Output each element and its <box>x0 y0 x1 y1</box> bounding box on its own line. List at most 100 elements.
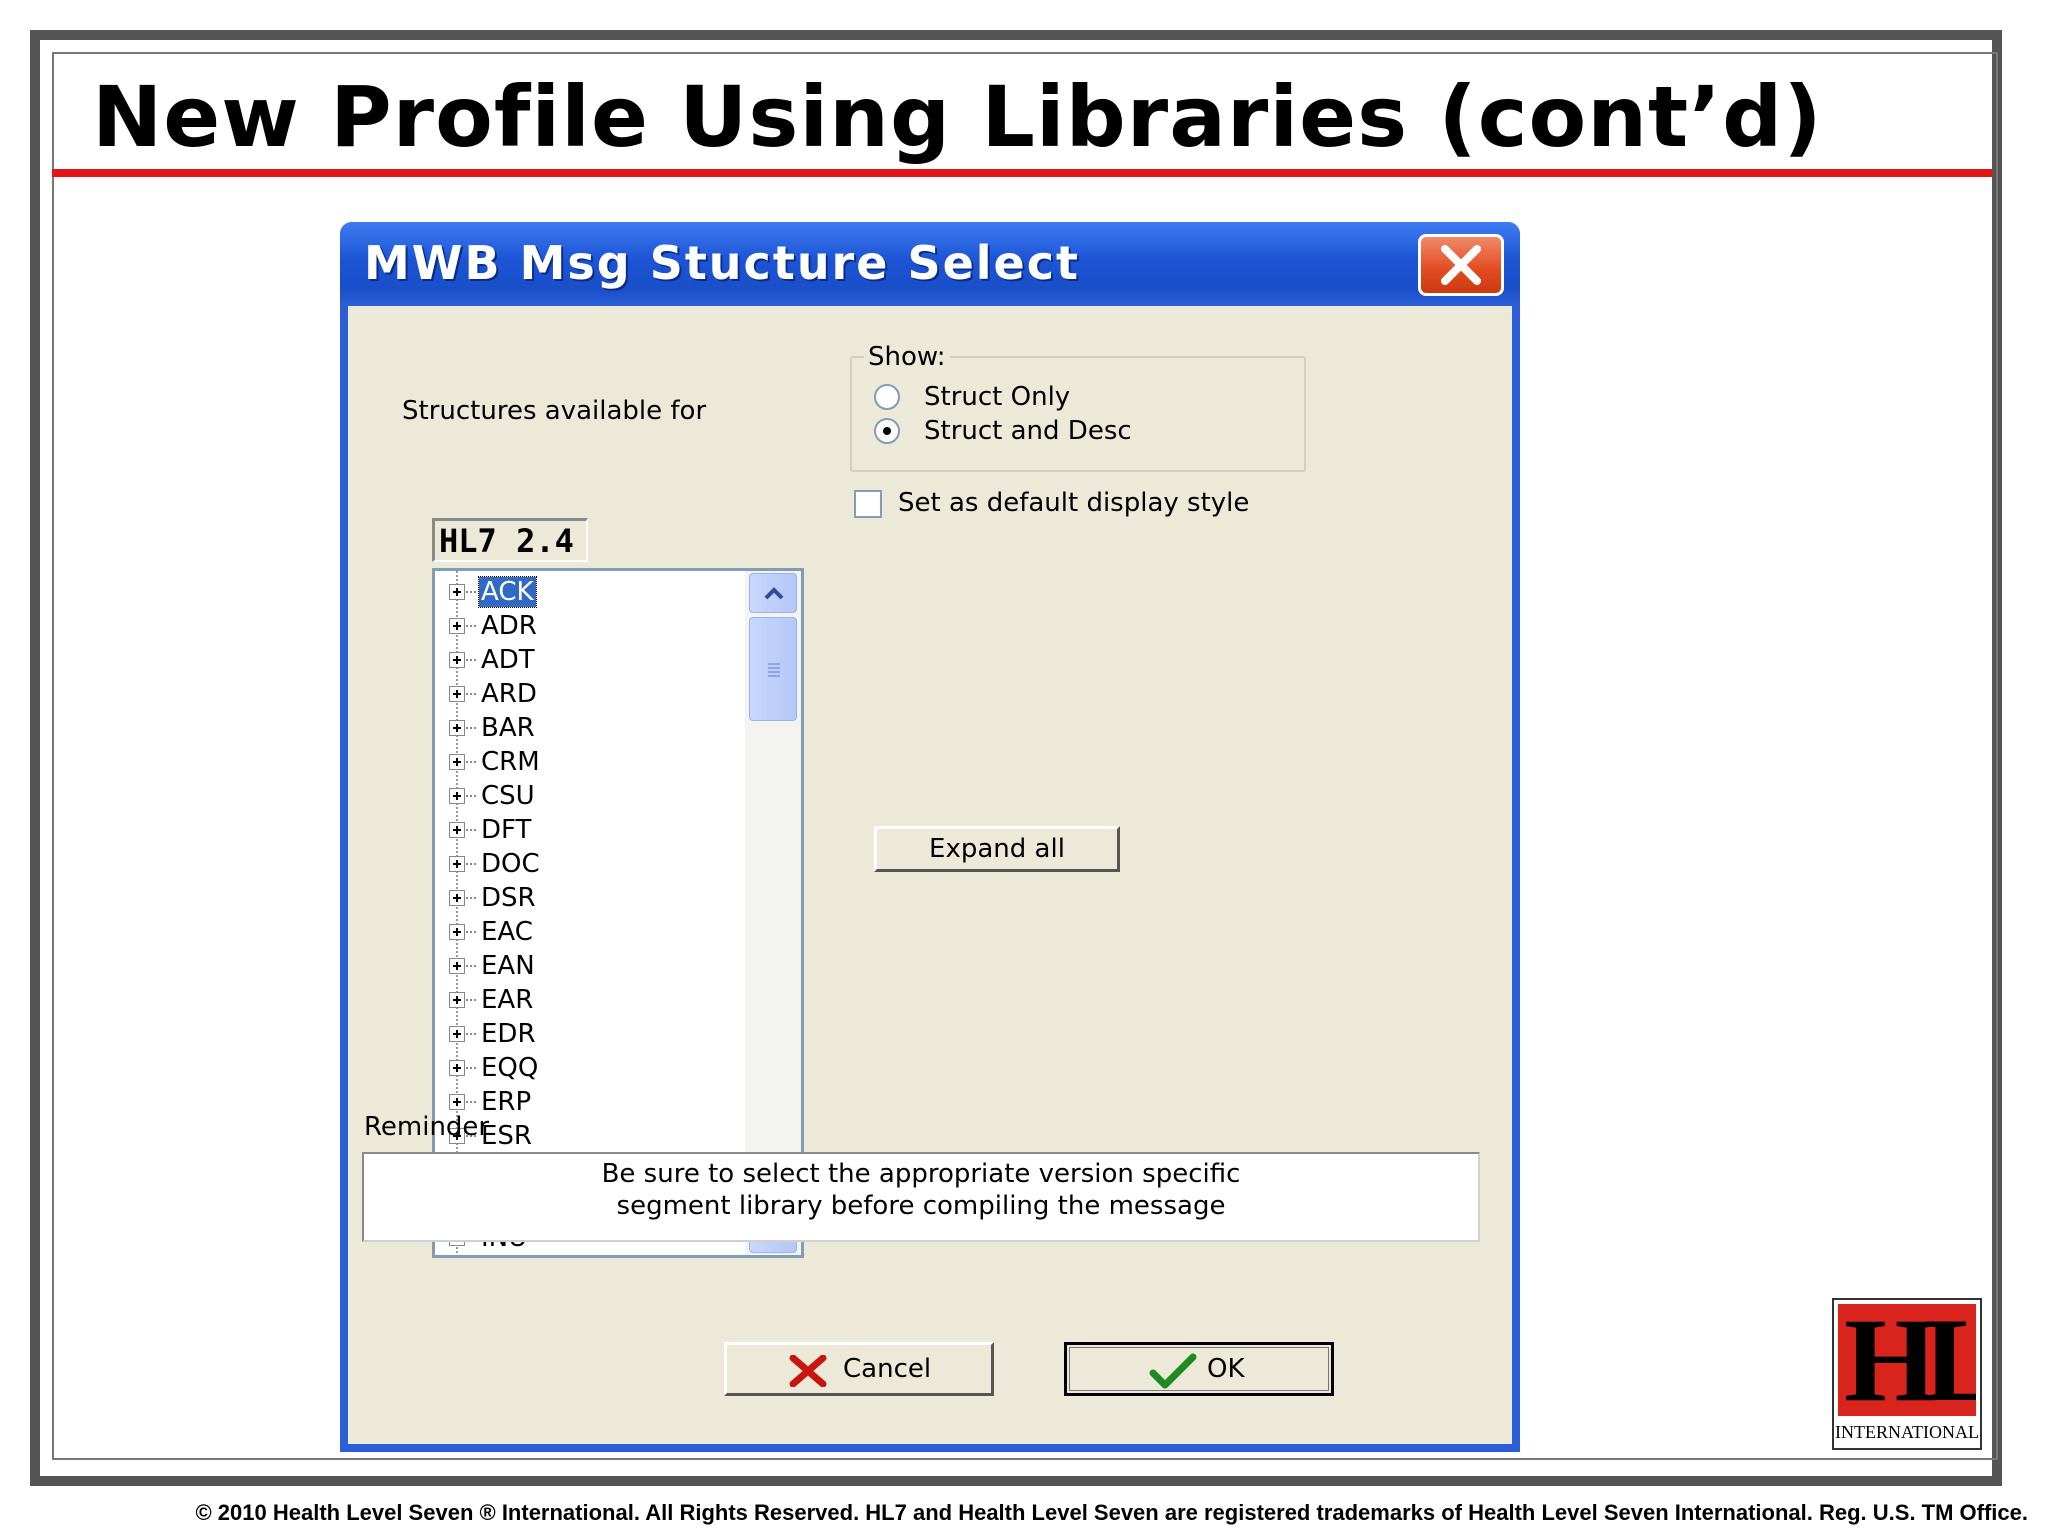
close-icon <box>1441 245 1481 285</box>
tree-item[interactable]: DFT <box>435 813 735 847</box>
scroll-up-button[interactable] <box>749 573 797 613</box>
tree-item-label[interactable]: ARD <box>479 679 539 709</box>
tree-connector <box>466 931 476 933</box>
plus-expander-icon[interactable] <box>449 822 465 838</box>
tree-connector <box>466 625 476 627</box>
hl7-logo-subtitle: INTERNATIONAL <box>1835 1422 1979 1442</box>
tree-item-label[interactable]: EAC <box>479 917 535 947</box>
tree-item-label[interactable]: ADT <box>479 645 537 675</box>
dialog-titlebar[interactable]: MWB Msg Stucture Select <box>340 222 1520 306</box>
tree-connector <box>466 965 476 967</box>
red-x-icon <box>789 1355 827 1387</box>
tree-item-label[interactable]: EAN <box>479 951 537 981</box>
tree-connector <box>466 829 476 831</box>
reminder-text-box: Be sure to select the appropriate versio… <box>362 1152 1480 1242</box>
tree-connector <box>466 727 476 729</box>
tree-item[interactable]: DOC <box>435 847 735 881</box>
title-underline <box>52 169 1992 177</box>
tree-connector <box>466 863 476 865</box>
tree-item-label[interactable]: ADR <box>479 611 539 641</box>
tree-connector <box>466 1101 476 1103</box>
ok-label: OK <box>1207 1354 1245 1384</box>
plus-expander-icon[interactable] <box>449 618 465 634</box>
tree-connector <box>466 1033 476 1035</box>
tree-connector <box>466 659 476 661</box>
tree-item-label[interactable]: EDR <box>479 1019 538 1049</box>
tree-item[interactable]: EDR <box>435 1017 735 1051</box>
plus-expander-icon[interactable] <box>449 754 465 770</box>
tree-item[interactable]: CRM <box>435 745 735 779</box>
hl7-logo-mark: HL7 <box>1838 1304 1976 1416</box>
radio-struct-and-desc[interactable] <box>874 418 900 444</box>
slide-title: New Profile Using Libraries (cont’d) <box>92 68 1823 166</box>
tree-connector <box>466 999 476 1001</box>
plus-expander-icon[interactable] <box>449 652 465 668</box>
tree-connector <box>466 761 476 763</box>
msg-structure-select-dialog: MWB Msg Stucture Select Structures avail… <box>340 222 1520 1452</box>
tree-item-label[interactable]: EAR <box>479 985 535 1015</box>
plus-expander-icon[interactable] <box>449 958 465 974</box>
tree-item-label[interactable]: DSR <box>479 883 538 913</box>
expand-all-button[interactable]: Expand all <box>874 826 1120 872</box>
tree-item-label[interactable]: DFT <box>479 815 533 845</box>
plus-expander-icon[interactable] <box>449 584 465 600</box>
plus-expander-icon[interactable] <box>449 1094 465 1110</box>
scroll-thumb[interactable] <box>749 617 797 721</box>
green-check-icon <box>1149 1353 1197 1389</box>
dialog-title: MWB Msg Stucture Select <box>364 236 1081 290</box>
tree-item[interactable]: EAR <box>435 983 735 1017</box>
plus-expander-icon[interactable] <box>449 992 465 1008</box>
close-button[interactable] <box>1418 234 1504 296</box>
tree-item-label[interactable]: EQQ <box>479 1053 540 1083</box>
structures-available-label: Structures available for <box>402 396 707 426</box>
dialog-client-area: Structures available for HL7 2.4 ACK ADR A… <box>348 306 1512 1444</box>
tree-item-label[interactable]: ACK <box>478 576 537 608</box>
struct-and-desc-label[interactable]: Struct and Desc <box>924 416 1132 446</box>
reminder-label: Reminder <box>364 1112 490 1142</box>
tree-item[interactable]: EQQ <box>435 1051 735 1085</box>
cancel-label: Cancel <box>843 1354 932 1384</box>
tree-connector <box>466 591 476 593</box>
radio-struct-only[interactable] <box>874 384 900 410</box>
struct-only-label[interactable]: Struct Only <box>924 382 1070 412</box>
show-legend: Show: <box>864 342 950 372</box>
tree-item[interactable]: CSU <box>435 779 735 813</box>
copyright-footer: © 2010 Health Level Seven ® Internationa… <box>195 1500 2028 1525</box>
tree-item[interactable]: ADR <box>435 609 735 643</box>
tree-item[interactable]: EAC <box>435 915 735 949</box>
plus-expander-icon[interactable] <box>449 924 465 940</box>
plus-expander-icon[interactable] <box>449 1060 465 1076</box>
tree-item-label[interactable]: CSU <box>479 781 537 811</box>
tree-item-label[interactable]: CRM <box>479 747 542 777</box>
tree-item[interactable]: BAR <box>435 711 735 745</box>
plus-expander-icon[interactable] <box>449 856 465 872</box>
reminder-line-2: segment library before compiling the mes… <box>616 1191 1226 1221</box>
default-style-checkbox[interactable] <box>854 490 882 518</box>
tree-connector <box>466 795 476 797</box>
grip-icon <box>768 663 780 677</box>
tree-connector <box>466 897 476 899</box>
tree-item-label[interactable]: BAR <box>479 713 537 743</box>
tree-connector <box>466 1067 476 1069</box>
show-option-group: Show: Struct Only Struct and Desc <box>850 342 1306 472</box>
plus-expander-icon[interactable] <box>449 788 465 804</box>
ok-button[interactable]: OK <box>1064 1342 1334 1396</box>
version-field: HL7 2.4 <box>432 518 588 562</box>
plus-expander-icon[interactable] <box>449 1026 465 1042</box>
tree-item[interactable]: ADT <box>435 643 735 677</box>
default-style-label[interactable]: Set as default display style <box>898 488 1249 518</box>
tree-connector <box>466 693 476 695</box>
chevron-up-icon <box>764 587 784 600</box>
plus-expander-icon[interactable] <box>449 890 465 906</box>
reminder-line-1: Be sure to select the appropriate versio… <box>601 1159 1241 1189</box>
tree-item[interactable]: EAN <box>435 949 735 983</box>
tree-item[interactable]: ARD <box>435 677 735 711</box>
plus-expander-icon[interactable] <box>449 686 465 702</box>
hl7-logo: HL7 INTERNATIONAL <box>1832 1298 1982 1450</box>
cancel-button[interactable]: Cancel <box>724 1342 994 1396</box>
tree-item-label[interactable]: DOC <box>479 849 542 879</box>
tree-item[interactable]: DSR <box>435 881 735 915</box>
hl7-logo-text: HL7 <box>1844 1304 1976 1416</box>
tree-item[interactable]: ACK <box>435 575 735 609</box>
plus-expander-icon[interactable] <box>449 720 465 736</box>
